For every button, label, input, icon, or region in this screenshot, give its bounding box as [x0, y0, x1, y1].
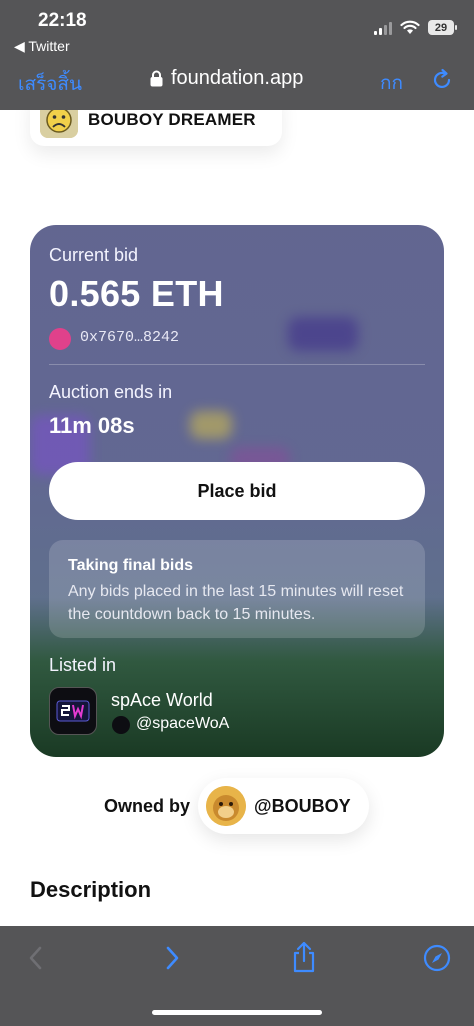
current-bid-amount: 0.565 ETH	[49, 273, 224, 314]
owned-by-label: Owned by	[104, 795, 191, 816]
owner-avatar	[206, 786, 247, 826]
done-button[interactable]: เสร็จสิ้น	[18, 69, 82, 99]
artwork-blur	[190, 411, 232, 439]
sad-face-icon	[40, 110, 78, 138]
url-text: foundation.app	[171, 67, 304, 89]
auction-card: Current bid 0.565 ETH 0x7670…8242 Auctio…	[30, 225, 444, 757]
current-bid-label: Current bid	[49, 245, 139, 265]
listed-in-label: Listed in	[49, 655, 117, 675]
bidder-address[interactable]: 0x7670…8242	[80, 329, 179, 346]
browser-page: 22:18 ◀ Twitter 29 เสร็จสิ้น foundation.…	[0, 0, 474, 1026]
lock-icon	[150, 70, 163, 87]
creator-avatar	[40, 110, 78, 138]
place-bid-button[interactable]: Place bid	[49, 462, 425, 520]
address-bar[interactable]: foundation.app	[150, 67, 303, 90]
back-to-app-link[interactable]: ◀ Twitter	[14, 38, 70, 55]
divider	[49, 364, 425, 365]
bidder-avatar[interactable]	[49, 328, 71, 350]
owner-handle: @BOUBOY	[254, 795, 351, 816]
owner-chip[interactable]: @BOUBOY	[198, 778, 369, 834]
text-size-button[interactable]: กก	[380, 68, 403, 98]
reload-icon[interactable]	[430, 68, 454, 92]
browser-header: 22:18 ◀ Twitter 29 เสร็จสิ้น foundation.…	[0, 0, 474, 110]
collection-handle[interactable]: @spaceWoA	[136, 715, 229, 733]
final-bids-notice: Taking final bids Any bids placed in the…	[49, 540, 425, 638]
collection-name[interactable]: spAce World	[111, 690, 213, 711]
auction-ends-label: Auction ends in	[49, 382, 173, 402]
wifi-icon	[400, 20, 420, 34]
notice-title: Taking final bids	[68, 557, 194, 574]
status-icons: 29	[374, 20, 457, 35]
notice-body: Any bids placed in the last 15 minutes w…	[68, 583, 404, 623]
collection-handle-icon	[112, 716, 130, 734]
countdown-timer: 11m 08s	[49, 413, 135, 438]
space-world-logo-icon	[56, 700, 90, 722]
artwork-blur	[288, 317, 358, 351]
web-content: BOUBOY DREAMER Current bid 0.565 ETH 0x7…	[0, 110, 474, 926]
monkey-face-icon	[206, 786, 247, 826]
creator-name: BOUBOY DREAMER	[88, 110, 256, 129]
share-icon[interactable]	[290, 940, 318, 974]
cellular-signal-icon	[374, 21, 392, 35]
owned-by-row: Owned by @BOUBOY	[104, 778, 369, 834]
creator-chip[interactable]: BOUBOY DREAMER	[30, 110, 282, 146]
status-time: 22:18	[38, 10, 87, 31]
compass-icon[interactable]	[423, 944, 451, 972]
home-indicator	[152, 1010, 322, 1015]
chevron-right-icon[interactable]	[162, 944, 182, 972]
collection-logo[interactable]	[49, 687, 97, 735]
description-heading: Description	[30, 877, 152, 902]
battery-icon: 29	[428, 20, 457, 35]
chevron-left-icon[interactable]	[26, 944, 46, 972]
